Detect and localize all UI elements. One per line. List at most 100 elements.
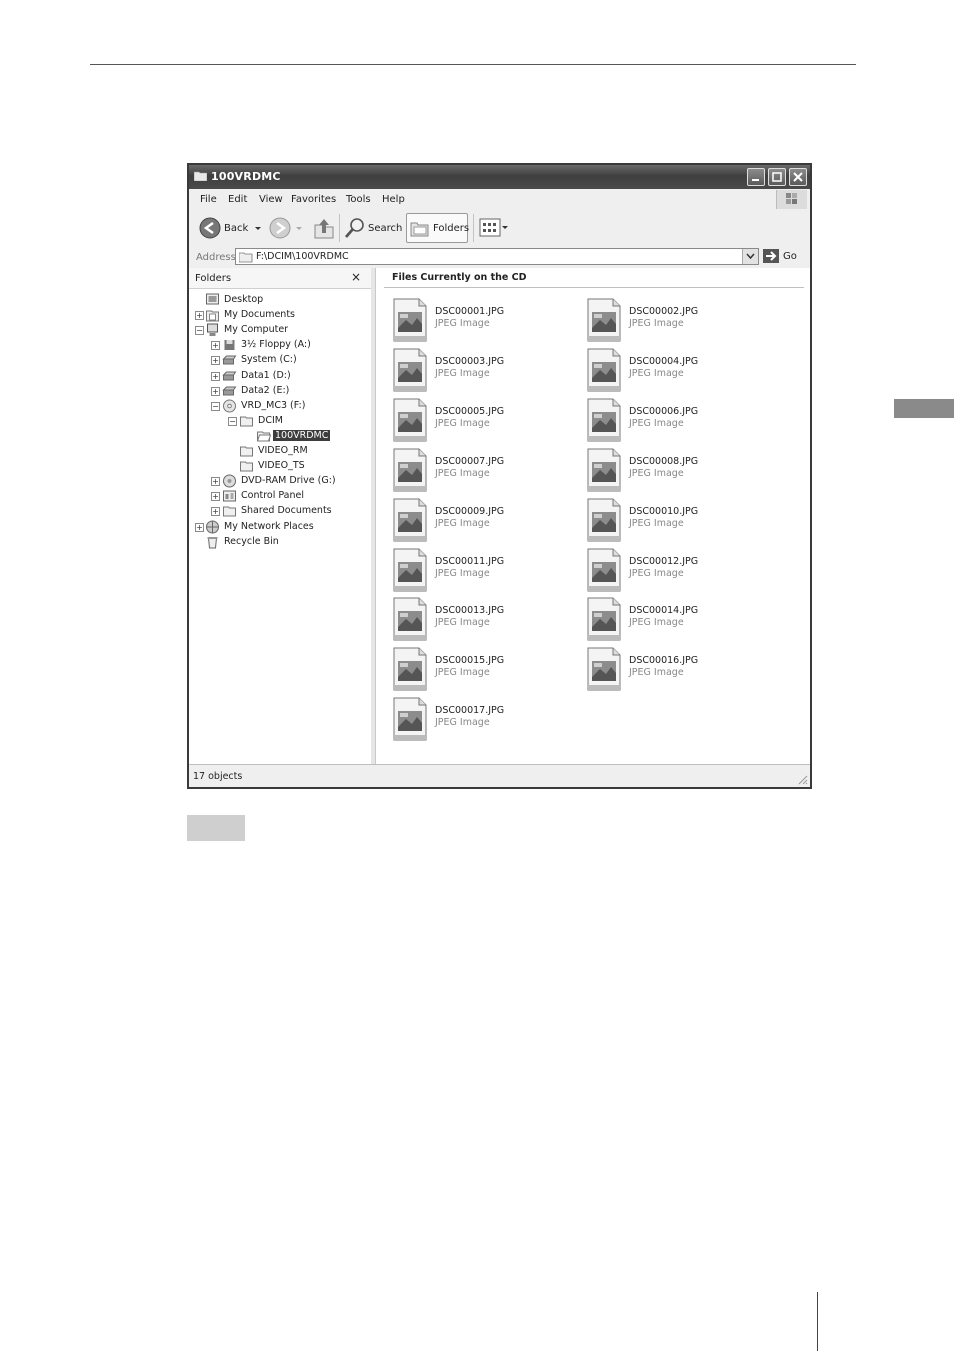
folders-button[interactable]: Folders bbox=[406, 213, 470, 243]
folders-pane-title: Folders bbox=[195, 273, 232, 284]
folder-icon bbox=[194, 171, 207, 181]
file-item[interactable]: DSC00007.JPG JPEG Image bbox=[392, 448, 572, 494]
address-value: F:\DCIM\100VRDMC bbox=[256, 251, 349, 262]
go-label: Go bbox=[783, 251, 797, 262]
expand-icon[interactable]: + bbox=[211, 371, 220, 381]
jpeg-file-icon bbox=[587, 448, 621, 492]
back-label: Back bbox=[224, 223, 249, 234]
address-bar: Address F:\DCIM\100VRDMC Go bbox=[189, 246, 810, 269]
expand-icon[interactable]: + bbox=[211, 356, 220, 366]
views-grid-icon bbox=[479, 218, 508, 237]
expand-icon[interactable]: + bbox=[195, 522, 204, 532]
file-item[interactable]: DSC00010.JPG JPEG Image bbox=[586, 498, 766, 544]
expand-icon[interactable]: + bbox=[211, 386, 220, 396]
file-type: JPEG Image bbox=[435, 717, 490, 729]
close-button[interactable] bbox=[789, 168, 807, 186]
tree-item-label: My Documents bbox=[224, 309, 296, 321]
chapter-side-tab bbox=[894, 399, 954, 418]
file-name: DSC00016.JPG bbox=[629, 655, 699, 667]
jpeg-file-icon bbox=[587, 348, 621, 392]
tree-item-label: Data1 (D:) bbox=[241, 369, 291, 381]
file-item[interactable]: DSC00014.JPG JPEG Image bbox=[586, 597, 766, 643]
expand-icon[interactable]: + bbox=[211, 492, 220, 502]
file-item[interactable]: DSC00012.JPG JPEG Image bbox=[586, 548, 766, 594]
address-field[interactable]: F:\DCIM\100VRDMC bbox=[235, 248, 759, 265]
tree-item-label: Desktop bbox=[224, 294, 264, 305]
file-item[interactable]: DSC00008.JPG JPEG Image bbox=[586, 448, 766, 494]
expand-icon[interactable]: + bbox=[211, 477, 220, 487]
jpeg-file-icon bbox=[393, 697, 427, 741]
file-item[interactable]: DSC00017.JPG JPEG Image bbox=[392, 697, 572, 743]
expand-icon[interactable]: + bbox=[195, 311, 204, 321]
menu-help[interactable]: Help bbox=[382, 194, 405, 205]
group-title: Files Currently on the CD bbox=[392, 272, 527, 283]
jpeg-file-icon bbox=[393, 498, 427, 542]
views-button[interactable] bbox=[479, 218, 509, 241]
file-name: DSC00017.JPG bbox=[435, 705, 505, 717]
file-item[interactable]: DSC00006.JPG JPEG Image bbox=[586, 398, 766, 444]
folder-icon bbox=[240, 416, 253, 427]
windows-logo-icon bbox=[776, 190, 807, 209]
menu-favorites[interactable]: Favorites bbox=[291, 194, 336, 205]
tree-item-label: My Network Places bbox=[224, 520, 314, 532]
file-type: JPEG Image bbox=[435, 617, 490, 629]
menu-view[interactable]: View bbox=[259, 194, 283, 205]
menu-bar: File Edit View Favorites Tools Help bbox=[189, 189, 810, 211]
tree-item-label: Shared Documents bbox=[241, 505, 332, 517]
page-top-rule bbox=[90, 64, 856, 65]
folders-label: Folders bbox=[433, 223, 470, 234]
close-icon[interactable]: × bbox=[351, 270, 361, 284]
collapse-icon[interactable]: − bbox=[228, 416, 237, 426]
file-item[interactable]: DSC00001.JPG JPEG Image bbox=[392, 298, 572, 344]
collapse-icon[interactable]: − bbox=[211, 401, 220, 411]
file-name: DSC00002.JPG bbox=[629, 306, 699, 317]
jpeg-file-icon bbox=[587, 498, 621, 542]
file-item[interactable]: DSC00013.JPG JPEG Image bbox=[392, 597, 572, 643]
menu-tools[interactable]: Tools bbox=[346, 194, 371, 205]
file-item[interactable]: DSC00002.JPG JPEG Image bbox=[586, 298, 766, 344]
back-arrow-icon bbox=[199, 217, 221, 239]
close-icon bbox=[793, 172, 803, 182]
file-type: JPEG Image bbox=[629, 617, 684, 629]
minimize-button[interactable] bbox=[747, 168, 765, 186]
menu-edit[interactable]: Edit bbox=[228, 194, 247, 205]
file-item[interactable]: DSC00009.JPG JPEG Image bbox=[392, 498, 572, 544]
tree-item-label: My Computer bbox=[224, 324, 289, 336]
forward-button[interactable] bbox=[269, 217, 302, 242]
file-item[interactable]: DSC00011.JPG JPEG Image bbox=[392, 548, 572, 594]
file-item[interactable]: DSC00005.JPG JPEG Image bbox=[392, 398, 572, 444]
drive-icon bbox=[222, 371, 237, 380]
file-item[interactable]: DSC00015.JPG JPEG Image bbox=[392, 647, 572, 693]
file-name: DSC00006.JPG bbox=[629, 405, 699, 417]
search-label: Search bbox=[368, 223, 403, 234]
up-folder-button[interactable] bbox=[313, 216, 335, 243]
address-label: Address bbox=[196, 252, 236, 263]
file-name: DSC00004.JPG bbox=[629, 355, 699, 367]
page-bottom-rule bbox=[817, 1292, 818, 1351]
file-name: DSC00009.JPG bbox=[435, 505, 505, 517]
file-name: DSC00001.JPG bbox=[435, 306, 505, 317]
toolbar: Back Search Folders bbox=[189, 210, 810, 247]
folder-icon bbox=[223, 506, 236, 517]
menu-file[interactable]: File bbox=[200, 194, 217, 205]
toolbar-separator bbox=[473, 214, 474, 242]
collapse-icon[interactable]: − bbox=[195, 326, 204, 336]
expand-icon[interactable]: + bbox=[211, 341, 220, 351]
expand-icon[interactable]: + bbox=[211, 507, 220, 517]
file-item[interactable]: DSC00003.JPG JPEG Image bbox=[392, 348, 572, 394]
folder-icon bbox=[240, 461, 253, 472]
tree-item-label: DCIM bbox=[258, 414, 283, 426]
jpeg-file-icon bbox=[393, 647, 427, 691]
folder-open-icon bbox=[256, 431, 271, 442]
maximize-button[interactable] bbox=[768, 168, 786, 186]
address-dropdown[interactable] bbox=[742, 249, 758, 264]
file-name: DSC00005.JPG bbox=[435, 405, 505, 417]
go-arrow-icon bbox=[763, 249, 779, 263]
resize-grip-icon[interactable] bbox=[796, 773, 808, 785]
title-bar[interactable]: 100VRDMC bbox=[189, 165, 810, 189]
tree-item-label: System (C:) bbox=[241, 354, 297, 366]
file-type: JPEG Image bbox=[435, 367, 490, 379]
folders-pane: Folders × Desktop + My Documents − My Comput… bbox=[189, 268, 372, 765]
file-item[interactable]: DSC00016.JPG JPEG Image bbox=[586, 647, 766, 693]
file-item[interactable]: DSC00004.JPG JPEG Image bbox=[586, 348, 766, 394]
